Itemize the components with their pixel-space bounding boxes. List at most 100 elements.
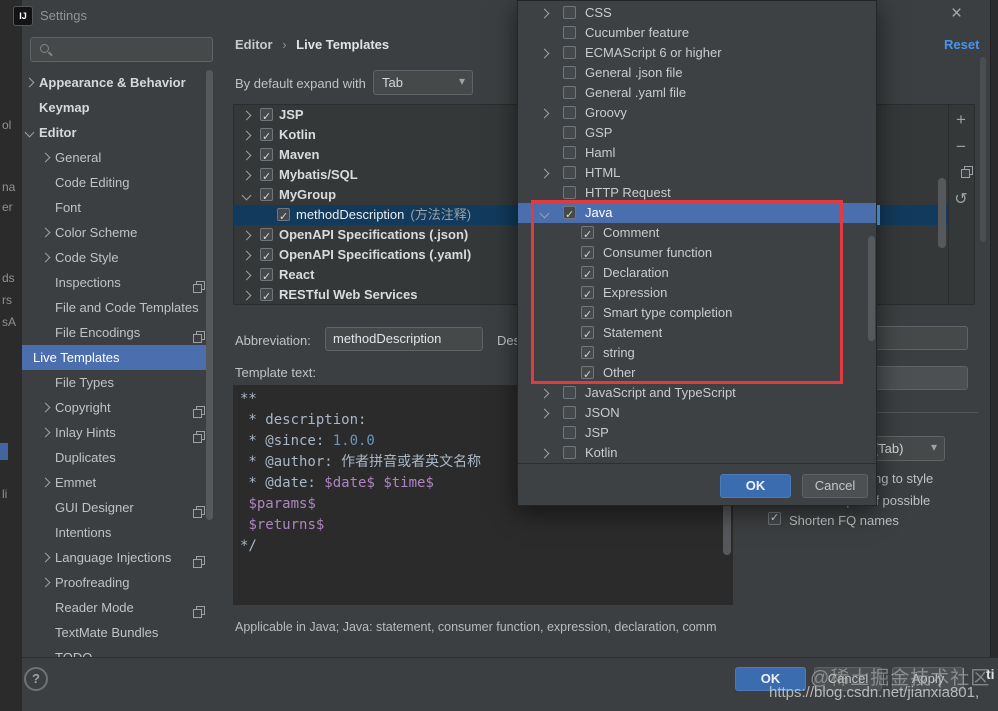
template-checkbox[interactable] — [260, 227, 273, 247]
template-checkbox[interactable] — [277, 207, 290, 227]
context-ok-button[interactable]: OK — [720, 474, 791, 498]
sidebar-item-file-and-code-templates[interactable]: File and Code Templates — [22, 295, 213, 320]
sidebar-item-gui-designer[interactable]: GUI Designer — [22, 495, 213, 520]
chevron-right-icon[interactable] — [241, 230, 252, 241]
sidebar-item-general[interactable]: General — [22, 145, 213, 170]
context-checkbox[interactable] — [563, 86, 576, 99]
sidebar-scrollbar[interactable] — [206, 70, 213, 520]
chevron-down-icon[interactable] — [241, 190, 252, 201]
chevron-right-icon[interactable] — [241, 250, 252, 261]
chevron-right-icon[interactable] — [241, 270, 252, 281]
context-checkbox[interactable] — [563, 386, 576, 399]
chevron-right-icon[interactable] — [241, 290, 252, 301]
context-row-html[interactable]: HTML — [518, 163, 876, 183]
template-checkbox[interactable] — [260, 127, 273, 147]
sidebar-item-font[interactable]: Font — [22, 195, 213, 220]
context-row-json[interactable]: JSON — [518, 403, 876, 423]
chevron-right-icon[interactable] — [539, 408, 550, 419]
chevron-right-icon[interactable] — [539, 48, 550, 59]
context-checkbox[interactable] — [563, 106, 576, 119]
context-checkbox[interactable] — [563, 426, 576, 439]
chevron-right-icon[interactable] — [40, 427, 51, 438]
template-checkbox[interactable] — [260, 247, 273, 267]
close-icon[interactable]: × — [951, 3, 962, 25]
sidebar-item-code-editing[interactable]: Code Editing — [22, 170, 213, 195]
sidebar-item-duplicates[interactable]: Duplicates — [22, 445, 213, 470]
templates-scrollbar[interactable] — [938, 178, 946, 248]
template-checkbox[interactable] — [260, 167, 273, 187]
sidebar-item-language-injections[interactable]: Language Injections — [22, 545, 213, 570]
expand-with-dropdown[interactable]: Tab ▾ — [373, 70, 473, 95]
context-checkbox[interactable] — [563, 406, 576, 419]
help-button[interactable]: ? — [24, 667, 48, 691]
chevron-right-icon[interactable] — [539, 168, 550, 179]
remove-icon[interactable]: − — [949, 137, 973, 157]
sidebar-item-keymap[interactable]: Keymap — [22, 95, 213, 120]
chevron-right-icon[interactable] — [241, 130, 252, 141]
reset-link[interactable]: Reset — [944, 37, 979, 52]
chevron-right-icon[interactable] — [241, 170, 252, 181]
chevron-right-icon[interactable] — [40, 402, 51, 413]
context-checkbox[interactable] — [563, 146, 576, 159]
chevron-right-icon[interactable] — [40, 477, 51, 488]
context-row-css[interactable]: CSS — [518, 3, 876, 23]
context-row-haml[interactable]: Haml — [518, 143, 876, 163]
context-scrollbar[interactable] — [868, 236, 875, 341]
duplicate-icon[interactable] — [955, 166, 979, 181]
add-icon[interactable]: + — [949, 110, 973, 130]
context-row-general-yaml-file[interactable]: General .yaml file — [518, 83, 876, 103]
chevron-right-icon[interactable] — [24, 77, 35, 88]
context-checkbox[interactable] — [563, 66, 576, 79]
context-checkbox[interactable] — [563, 126, 576, 139]
context-checkbox[interactable] — [563, 166, 576, 179]
outer-scrollbar[interactable] — [980, 57, 986, 242]
chevron-right-icon[interactable] — [539, 388, 550, 399]
context-row-javascript-and-typescript[interactable]: JavaScript and TypeScript — [518, 383, 876, 403]
sidebar-item-intentions[interactable]: Intentions — [22, 520, 213, 545]
sidebar-item-code-style[interactable]: Code Style — [22, 245, 213, 270]
chevron-right-icon[interactable] — [539, 108, 550, 119]
context-row-gsp[interactable]: GSP — [518, 123, 876, 143]
sidebar-item-textmate-bundles[interactable]: TextMate Bundles — [22, 620, 213, 645]
abbreviation-input[interactable]: methodDescription — [325, 327, 483, 351]
chevron-down-icon[interactable] — [24, 127, 35, 138]
context-row-jsp[interactable]: JSP — [518, 423, 876, 443]
context-row-ecmascript-6-or-higher[interactable]: ECMAScript 6 or higher — [518, 43, 876, 63]
chevron-right-icon[interactable] — [241, 150, 252, 161]
context-row-cucumber-feature[interactable]: Cucumber feature — [518, 23, 876, 43]
sidebar-item-editor[interactable]: Editor — [22, 120, 213, 145]
sidebar-item-inspections[interactable]: Inspections — [22, 270, 213, 295]
chevron-right-icon[interactable] — [40, 152, 51, 163]
shorten-fq-checkbox[interactable] — [768, 511, 781, 525]
sidebar-item-inlay-hints[interactable]: Inlay Hints — [22, 420, 213, 445]
context-row-groovy[interactable]: Groovy — [518, 103, 876, 123]
chevron-right-icon[interactable] — [40, 552, 51, 563]
context-checkbox[interactable] — [563, 446, 576, 459]
chevron-right-icon[interactable] — [539, 448, 550, 459]
template-checkbox[interactable] — [260, 267, 273, 287]
context-checkbox[interactable] — [563, 186, 576, 199]
chevron-right-icon[interactable] — [539, 8, 550, 19]
editor-scrollbar[interactable] — [723, 503, 731, 555]
template-checkbox[interactable] — [260, 287, 273, 305]
sidebar-item-color-scheme[interactable]: Color Scheme — [22, 220, 213, 245]
template-checkbox[interactable] — [260, 107, 273, 127]
chevron-right-icon[interactable] — [40, 227, 51, 238]
sidebar-item-proofreading[interactable]: Proofreading — [22, 570, 213, 595]
sidebar-item-copyright[interactable]: Copyright — [22, 395, 213, 420]
context-checkbox[interactable] — [563, 26, 576, 39]
context-checkbox[interactable] — [563, 46, 576, 59]
undo-icon[interactable]: ↺ — [949, 189, 973, 208]
template-checkbox[interactable] — [260, 187, 273, 207]
context-cancel-button[interactable]: Cancel — [802, 474, 868, 498]
template-checkbox[interactable] — [260, 147, 273, 167]
breadcrumb-editor[interactable]: Editor — [235, 37, 273, 52]
sidebar-item-live-templates[interactable]: Live Templates — [22, 345, 213, 370]
search-box[interactable] — [30, 37, 213, 62]
sidebar-item-reader-mode[interactable]: Reader Mode — [22, 595, 213, 620]
context-row-general-json-file[interactable]: General .json file — [518, 63, 876, 83]
chevron-right-icon[interactable] — [40, 577, 51, 588]
sidebar-item-appearance-behavior[interactable]: Appearance & Behavior — [22, 70, 213, 95]
sidebar-item-emmet[interactable]: Emmet — [22, 470, 213, 495]
sidebar-item-file-encodings[interactable]: File Encodings — [22, 320, 213, 345]
